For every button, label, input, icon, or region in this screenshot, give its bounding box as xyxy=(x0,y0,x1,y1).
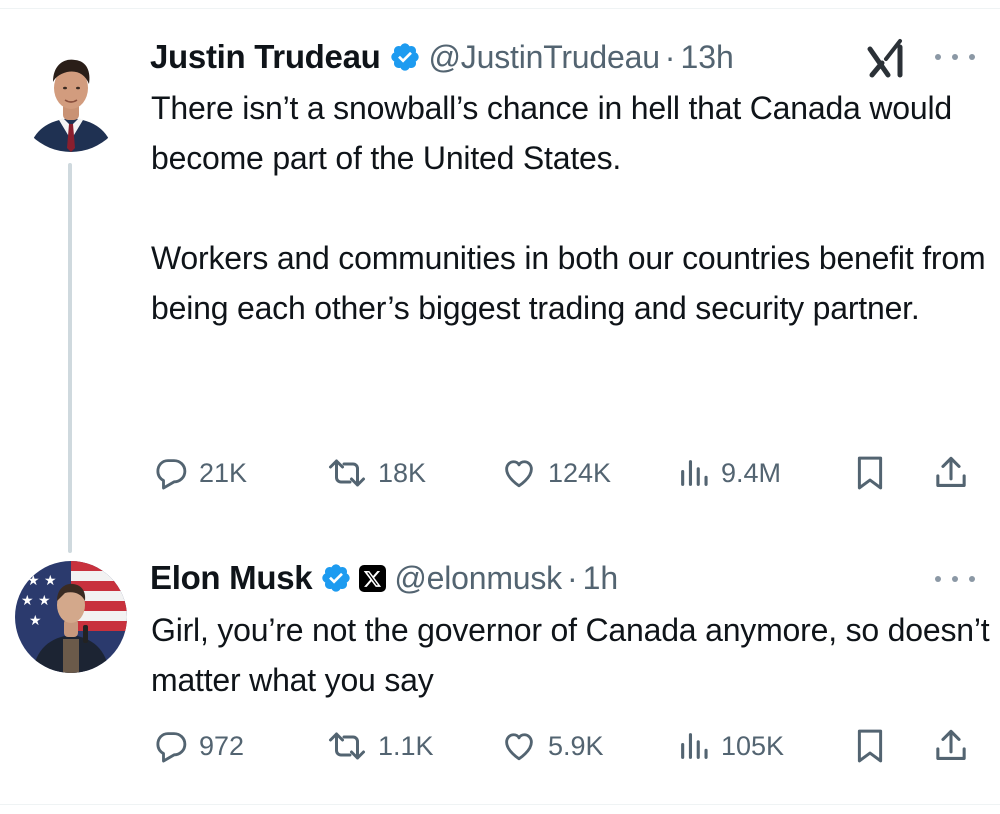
heart-icon xyxy=(505,460,533,488)
repost-icon xyxy=(329,459,365,487)
tweet-paragraph: There isn’t a snowball’s chance in hell … xyxy=(151,90,952,176)
like-count: 5.9K xyxy=(548,730,604,761)
view-count: 105K xyxy=(721,730,785,761)
tweet-header: Justin Trudeau @JustinTrudeau · 13h xyxy=(150,35,734,79)
avatar-photo: ★ ★ ★ ★ ★ xyxy=(15,561,127,673)
like-button[interactable]: 124K xyxy=(500,453,611,493)
reply-button[interactable]: 972 xyxy=(153,726,244,766)
separator-dot: · xyxy=(664,38,676,75)
post-timestamp[interactable]: 1h xyxy=(583,560,619,597)
heart-icon xyxy=(505,733,533,761)
author-handle[interactable]: @elonmusk xyxy=(394,560,562,597)
reply-icon xyxy=(156,459,187,490)
views-button[interactable]: 9.4M xyxy=(677,453,781,493)
like-count: 124K xyxy=(548,457,612,488)
author-display-name[interactable]: Justin Trudeau xyxy=(150,38,381,76)
author-handle[interactable]: @JustinTrudeau xyxy=(429,39,660,76)
views-icon xyxy=(681,460,708,486)
tweet-header: Elon Musk @elonmusk · 1h xyxy=(150,556,618,600)
avatar-justin-trudeau[interactable] xyxy=(15,40,127,152)
svg-text:★: ★ xyxy=(29,613,42,629)
avatar-photo xyxy=(15,40,127,152)
reply-count: 21K xyxy=(199,457,248,488)
grok-icon[interactable] xyxy=(864,35,908,79)
bookmark-button[interactable] xyxy=(853,453,887,493)
share-button[interactable] xyxy=(933,726,969,766)
verified-badge-icon xyxy=(389,41,421,73)
author-display-name[interactable]: Elon Musk xyxy=(150,559,313,597)
reply-button[interactable]: 21K xyxy=(153,453,247,493)
tweet-paragraph: Girl, you’re not the governor of Canada … xyxy=(151,612,990,698)
share-icon xyxy=(936,729,966,760)
reply-icon xyxy=(156,732,187,763)
view-count: 9.4M xyxy=(721,457,782,488)
reply-count: 972 xyxy=(199,730,245,761)
repost-count: 1.1K xyxy=(378,730,434,761)
separator-dot: · xyxy=(566,559,578,596)
x-affiliate-badge-icon[interactable] xyxy=(359,564,387,592)
repost-button[interactable]: 18K xyxy=(326,453,426,493)
more-options-icon[interactable] xyxy=(935,569,975,589)
svg-text:★ ★: ★ ★ xyxy=(21,593,51,609)
divider-top xyxy=(0,8,1000,9)
thread-connector-line xyxy=(68,163,72,553)
bookmark-button[interactable] xyxy=(853,726,887,766)
verified-badge-icon xyxy=(320,562,352,594)
tweet-body: Girl, you’re not the governor of Canada … xyxy=(151,605,991,705)
divider-bottom xyxy=(0,804,1000,805)
tweet-paragraph: Workers and communities in both our coun… xyxy=(151,240,986,326)
repost-count: 18K xyxy=(378,457,427,488)
share-button[interactable] xyxy=(933,453,969,493)
bookmark-icon xyxy=(857,729,883,763)
tweet-body: There isn’t a snowball’s chance in hell … xyxy=(151,83,991,333)
avatar-elon-musk[interactable]: ★ ★ ★ ★ ★ xyxy=(15,561,127,673)
views-icon xyxy=(681,733,708,759)
more-options-icon[interactable] xyxy=(935,47,975,67)
share-icon xyxy=(936,456,966,487)
svg-text:★ ★: ★ ★ xyxy=(27,573,57,589)
post-timestamp[interactable]: 13h xyxy=(680,39,733,76)
like-button[interactable]: 5.9K xyxy=(500,726,604,766)
repost-button[interactable]: 1.1K xyxy=(326,726,434,766)
tweet-thread: Justin Trudeau @JustinTrudeau · 13h Ther… xyxy=(0,0,1000,814)
bookmark-icon xyxy=(857,456,883,490)
views-button[interactable]: 105K xyxy=(677,726,784,766)
repost-icon xyxy=(329,732,365,760)
